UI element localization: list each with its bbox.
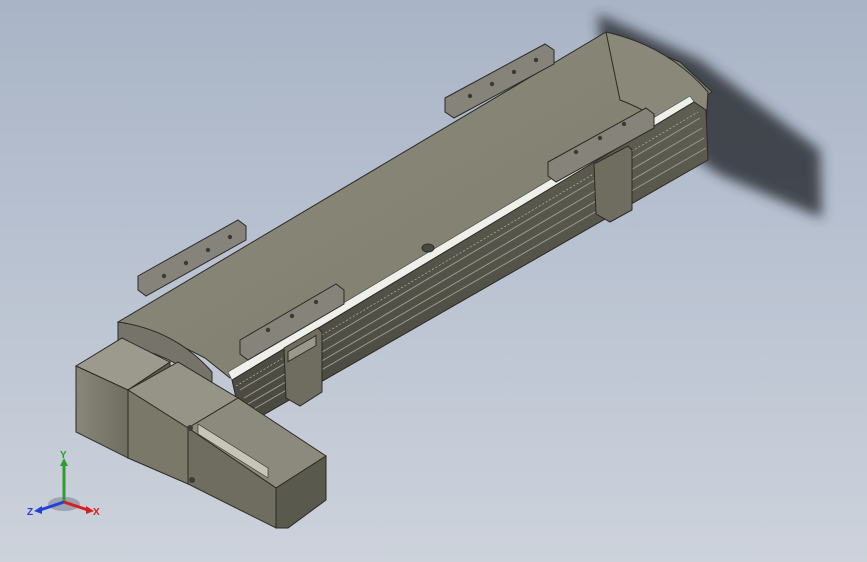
z-arrow-head <box>34 506 42 514</box>
linear-actuator-model[interactable] <box>0 0 867 562</box>
x-axis-label: X <box>93 507 100 518</box>
access-hole <box>421 243 435 253</box>
z-axis-label: Z <box>27 507 33 518</box>
axis-triad[interactable]: Y X Z <box>24 448 104 528</box>
cad-viewport[interactable]: Y X Z <box>0 0 867 562</box>
y-axis-label: Y <box>60 450 67 461</box>
